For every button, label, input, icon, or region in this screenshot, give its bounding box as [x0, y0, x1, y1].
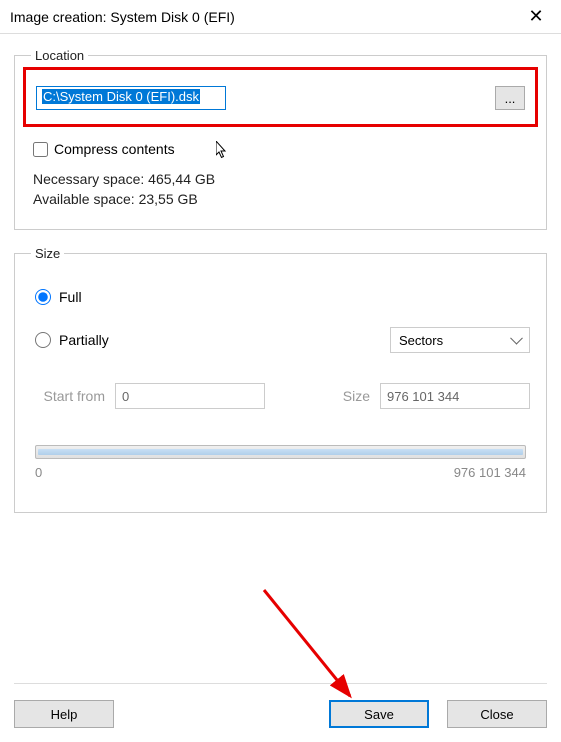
slider-max: 976 101 344: [454, 465, 526, 480]
size-group: Size Full Partially Sectors Start from S…: [14, 246, 547, 513]
window-title: Image creation: System Disk 0 (EFI): [10, 9, 235, 25]
units-selected: Sectors: [399, 333, 443, 348]
full-radio[interactable]: [35, 289, 51, 305]
slider[interactable]: 0 976 101 344: [35, 445, 526, 480]
location-legend: Location: [31, 48, 88, 63]
browse-button[interactable]: ...: [495, 86, 525, 110]
close-icon[interactable]: ✕: [521, 6, 551, 27]
save-button[interactable]: Save: [329, 700, 429, 728]
compress-row[interactable]: Compress contents: [33, 141, 530, 157]
compress-label: Compress contents: [54, 141, 175, 157]
partial-radio-row[interactable]: Partially: [35, 332, 109, 348]
partial-label: Partially: [59, 332, 109, 348]
close-button[interactable]: Close: [447, 700, 547, 728]
slider-min: 0: [35, 465, 42, 480]
start-from-label: Start from: [31, 388, 105, 404]
available-space: Available space: 23,55 GB: [33, 191, 530, 207]
partial-row: Partially Sectors: [31, 327, 530, 353]
dialog-body: Location C:\System Disk 0 (EFI).dsk ... …: [0, 34, 561, 543]
path-input-wrapper: C:\System Disk 0 (EFI).dsk: [36, 86, 485, 110]
size-field-input: [380, 383, 530, 409]
help-button[interactable]: Help: [14, 700, 114, 728]
necessary-space: Necessary space: 465,44 GB: [33, 171, 530, 187]
button-bar-right: Save Close: [329, 700, 547, 728]
units-select[interactable]: Sectors: [390, 327, 530, 353]
location-group: Location C:\System Disk 0 (EFI).dsk ... …: [14, 48, 547, 230]
partial-radio[interactable]: [35, 332, 51, 348]
full-radio-row[interactable]: Full: [35, 289, 530, 305]
path-input[interactable]: [36, 86, 226, 110]
size-legend: Size: [31, 246, 64, 261]
titlebar: Image creation: System Disk 0 (EFI) ✕: [0, 0, 561, 34]
slider-minmax: 0 976 101 344: [35, 465, 526, 480]
compress-checkbox[interactable]: [33, 142, 48, 157]
location-highlight: C:\System Disk 0 (EFI).dsk ...: [23, 67, 538, 127]
slider-track[interactable]: [35, 445, 526, 459]
button-bar: Help Save Close: [14, 683, 547, 728]
startsize-row: Start from Size: [31, 383, 530, 409]
size-field-label: Size: [330, 388, 370, 404]
start-from-input: [115, 383, 265, 409]
full-label: Full: [59, 289, 82, 305]
